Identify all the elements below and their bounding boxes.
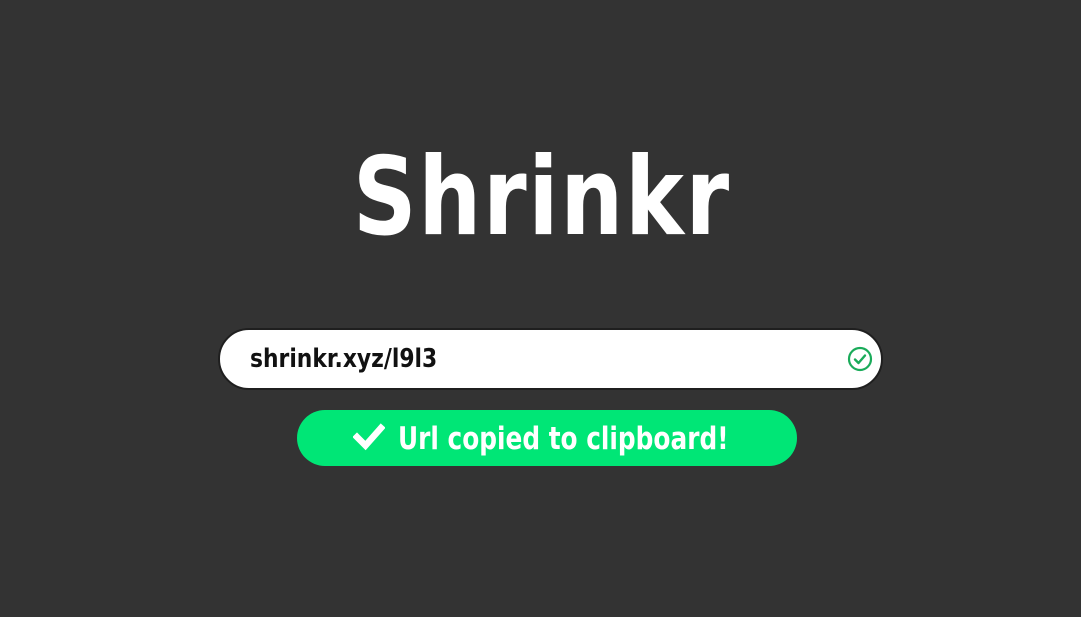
check-icon <box>353 423 385 451</box>
check-circle-icon[interactable] <box>847 346 873 372</box>
app-title: Shrinkr <box>352 135 731 260</box>
short-url-input[interactable]: shrinkr.xyz/l9l3 <box>250 330 830 388</box>
copied-toast: Url copied to clipboard! <box>297 410 797 466</box>
toast-message: Url copied to clipboard! <box>398 421 729 457</box>
short-url-field[interactable]: shrinkr.xyz/l9l3 <box>218 328 883 390</box>
short-url-text: shrinkr.xyz/l9l3 <box>250 344 438 374</box>
